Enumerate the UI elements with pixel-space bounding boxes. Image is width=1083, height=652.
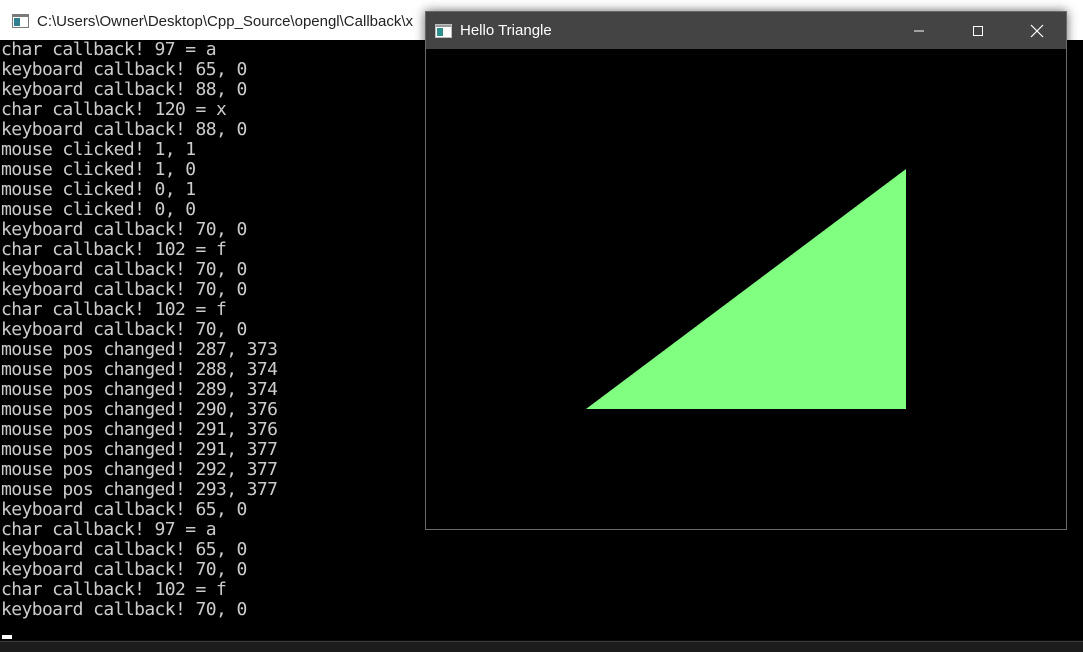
minimize-icon [913,30,924,31]
console-bottom-edge [0,641,1083,652]
console-line: keyboard callback! 70, 0 [1,599,247,620]
maximize-button[interactable] [948,12,1007,49]
gl-titlebar[interactable]: Hello Triangle [426,12,1066,49]
console-line: keyboard callback! 65, 0 [1,539,247,560]
gl-viewport[interactable] [426,49,1066,529]
console-line: char callback! 102 = f [1,579,227,600]
gl-canvas [426,49,1066,529]
console-cursor [2,635,12,639]
maximize-icon [972,25,983,36]
window-controls [889,12,1066,49]
close-icon [1030,24,1043,37]
close-button[interactable] [1007,12,1066,49]
gl-app-icon [435,23,452,38]
gl-window-title: Hello Triangle [460,22,552,39]
hello-triangle-window: Hello Triangle [425,11,1067,530]
console-app-icon [12,14,29,28]
console-line: keyboard callback! 70, 0 [1,559,247,580]
console-title: C:\Users\Owner\Desktop\Cpp_Source\opengl… [37,12,414,30]
minimize-button[interactable] [889,12,948,49]
